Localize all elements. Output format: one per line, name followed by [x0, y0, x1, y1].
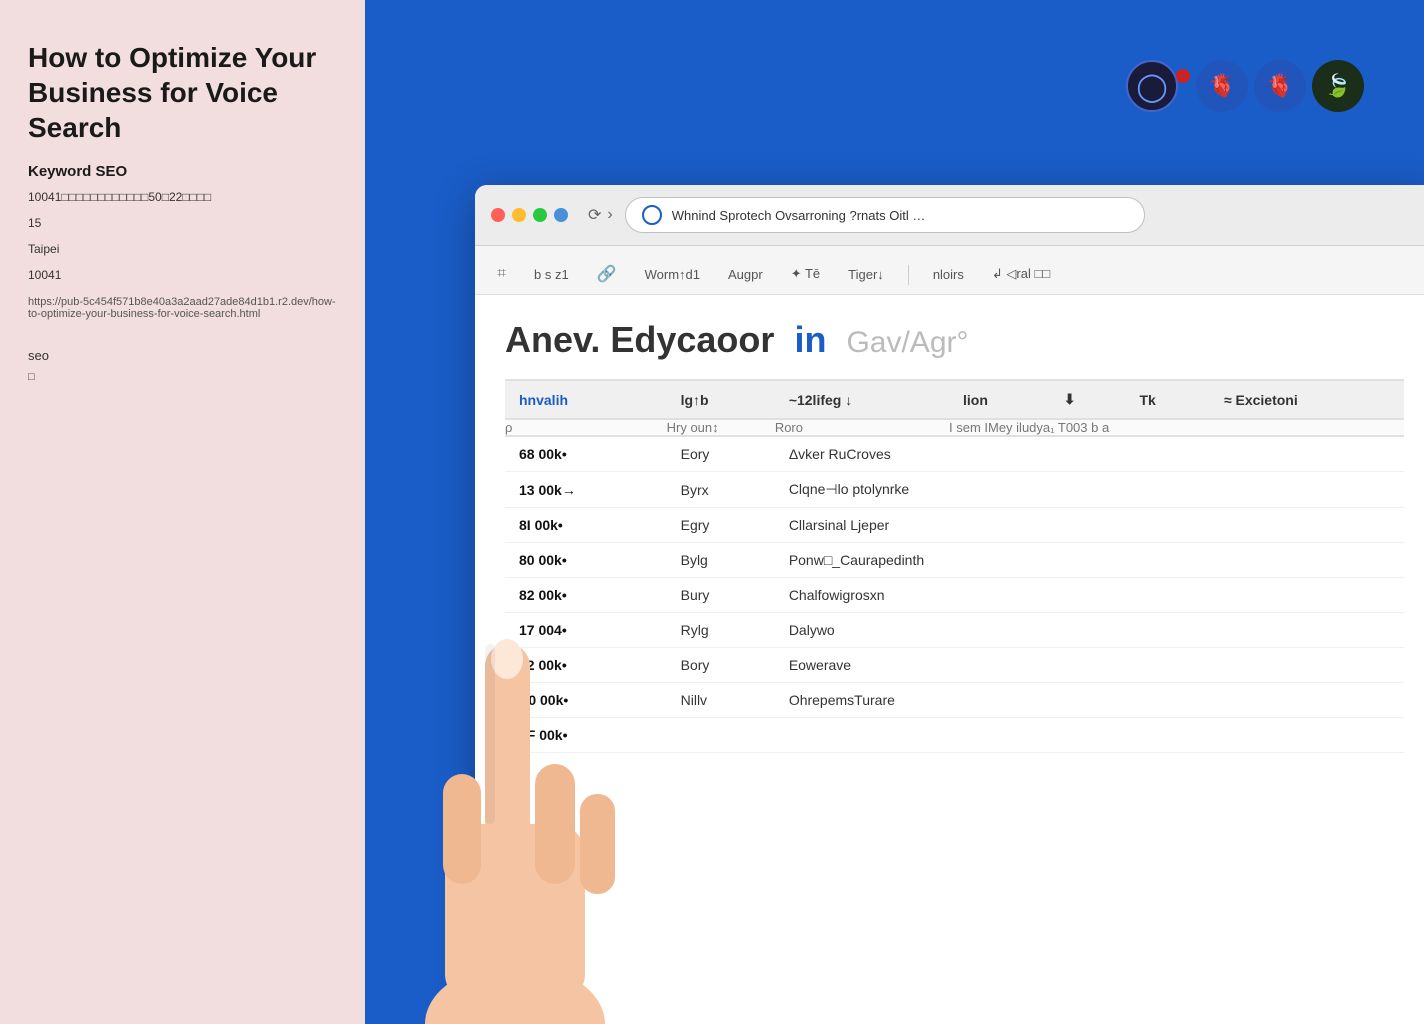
- cell-col1-3: 80 00k•: [505, 543, 667, 578]
- table-row: 80 00k• Bylg Ponw□_Caurapedinth: [505, 543, 1404, 578]
- address-circle-icon: [642, 205, 662, 225]
- address-bar[interactable]: Whnind Sprotech Ovsarroning ?rnats Oitl …: [625, 197, 1145, 233]
- table-row: 32 00k• Bory Eowerave: [505, 648, 1404, 683]
- cell-col3-4: Chalfowigrosxn: [775, 578, 1404, 613]
- tag-icon: □: [28, 371, 337, 383]
- cell-col2-3: Bylg: [667, 543, 775, 578]
- deco-circle-icon: ◯: [1126, 60, 1178, 112]
- cell-col2-1: Byrx: [667, 472, 775, 508]
- col-header-7: ≈ Excietoni: [1210, 380, 1404, 419]
- cell-col1-1: 13 00k→: [505, 472, 667, 508]
- page-title: How to Optimize Your Business for Voice …: [28, 40, 337, 145]
- subheader-4: I sem IMey iludya₁ T003 b a: [949, 419, 1404, 436]
- deco-heart2-icon: 🫀: [1254, 60, 1306, 112]
- tab-tiger[interactable]: Tiger↓: [844, 259, 888, 292]
- page-title-area: Anev. Edycaoor in Gav/Agr°: [505, 319, 1404, 361]
- browser-tabs: ⌗ b s z1 🔗 Worm↑d1 Augpr ✦ Tē Tiger↓ nlo…: [475, 246, 1424, 295]
- table-row: 68 00k• Eory Δvker RuCroves: [505, 436, 1404, 472]
- tab-divider: [908, 265, 909, 285]
- cell-col3-2: Cllarsinal Ljeper: [775, 508, 1404, 543]
- subheader-3: Roro: [775, 419, 949, 436]
- address-text: Whnind Sprotech Ovsarroning ?rnats Oitl …: [672, 208, 1128, 223]
- cell-col1-5: 17 004•: [505, 613, 667, 648]
- close-button[interactable]: [491, 208, 505, 222]
- cell-col1-0: 68 00k•: [505, 436, 667, 472]
- cell-col1-2: 8I 00k•: [505, 508, 667, 543]
- table-row: 17 004• Rylg Dalywo: [505, 613, 1404, 648]
- tab-nloirs[interactable]: nloirs: [929, 259, 968, 292]
- meta-line1: 10041□□□□□□□□□□□□50□22□□□□: [28, 188, 337, 206]
- cell-col2-0: Eory: [667, 436, 775, 472]
- col-header-3: ~12lifeg ↓: [775, 380, 949, 419]
- content-title: Anev. Edycaoor in Gav/Agr°: [505, 319, 969, 360]
- tab-augpr[interactable]: Augpr: [724, 259, 767, 292]
- cell-col3-8: [775, 718, 1404, 753]
- traffic-lights: [491, 208, 568, 222]
- cell-col2-4: Bury: [667, 578, 775, 613]
- cell-col2-5: Rylg: [667, 613, 775, 648]
- maximize-button[interactable]: [533, 208, 547, 222]
- page-url: https://pub-5c454f571b8e40a3a2aad27ade84…: [28, 296, 337, 320]
- cell-col1-8: 8F 00k•: [505, 718, 667, 753]
- title-part3: Gav/Agr°: [846, 326, 968, 359]
- tab-te[interactable]: ✦ Tē: [787, 258, 824, 292]
- data-table: hnvalih lg↑b ~12lifeg ↓ lion ⬇ Tk ≈ Exci…: [505, 379, 1404, 753]
- forward-icon[interactable]: ›: [607, 206, 612, 224]
- col-header-1: hnvalih: [505, 380, 667, 419]
- right-panel: ◯ 🫀 🫀 🍃 ⟳ › Whnind Sprotech Ovsarroning …: [365, 0, 1424, 1024]
- table-row: 8I 00k• Egry Cllarsinal Ljeper: [505, 508, 1404, 543]
- cell-col1-6: 32 00k•: [505, 648, 667, 683]
- table-row: 13 00k→ Byrx Clqne⊣lo ptolynrke: [505, 472, 1404, 508]
- col-header-4: lion: [949, 380, 1050, 419]
- cell-col3-6: Eowerave: [775, 648, 1404, 683]
- cell-col2-6: Bory: [667, 648, 775, 683]
- minimize-button[interactable]: [512, 208, 526, 222]
- back-icon[interactable]: ⟳: [588, 205, 601, 225]
- cell-col1-4: 82 00k•: [505, 578, 667, 613]
- cell-col2-7: Nillv: [667, 683, 775, 718]
- extra-button[interactable]: [554, 208, 568, 222]
- meta-line2: 15: [28, 214, 337, 232]
- keyword-label: Keyword SEO: [28, 163, 337, 180]
- title-part1: Anev. Edycaoor: [505, 319, 774, 360]
- table-header-row: hnvalih lg↑b ~12lifeg ↓ lion ⬇ Tk ≈ Exci…: [505, 380, 1404, 419]
- tab-aral[interactable]: ↲ ◁ral □□: [988, 258, 1054, 292]
- left-panel: How to Optimize Your Business for Voice …: [0, 0, 365, 1024]
- col-header-5: ⬇: [1050, 380, 1126, 419]
- cell-col3-3: Ponw□_Caurapedinth: [775, 543, 1404, 578]
- meta-code: 10041: [28, 266, 337, 284]
- cell-col3-5: Dalywo: [775, 613, 1404, 648]
- browser-toolbar: ⟳ › Whnind Sprotech Ovsarroning ?rnats O…: [475, 185, 1424, 246]
- tab-icon-1[interactable]: ⌗: [493, 257, 510, 293]
- meta-city: Taipei: [28, 240, 337, 258]
- cell-col1-7: S0 00k•: [505, 683, 667, 718]
- tag-label: seo: [28, 348, 337, 363]
- cell-col3-7: OhrepemsTurare: [775, 683, 1404, 718]
- tab-wormd1[interactable]: Worm↑d1: [641, 259, 704, 292]
- title-part2: in: [794, 319, 826, 360]
- table-body: 68 00k• Eory Δvker RuCroves 13 00k→ Byrx…: [505, 436, 1404, 753]
- red-dot-icon: [1176, 69, 1190, 83]
- cell-col2-2: Egry: [667, 508, 775, 543]
- table-row: 8F 00k•: [505, 718, 1404, 753]
- col-header-2: lg↑b: [667, 380, 775, 419]
- table-subheader-row: ρ Hry oun↕ Roro I sem IMey iludya₁ T003 …: [505, 419, 1404, 436]
- col-header-6: Tk: [1125, 380, 1209, 419]
- deco-icons-area: ◯ 🫀 🫀 🍃: [1126, 60, 1364, 112]
- browser-window: ⟳ › Whnind Sprotech Ovsarroning ?rnats O…: [475, 185, 1424, 1024]
- nav-buttons: ⟳ ›: [588, 205, 613, 225]
- subheader-2: Hry oun↕: [667, 419, 775, 436]
- subheader-1: ρ: [505, 419, 667, 436]
- deco-heart-icon: 🫀: [1196, 60, 1248, 112]
- tab-link-icon[interactable]: 🔗: [593, 256, 621, 294]
- table-row: S0 00k• Nillv OhrepemsTurare: [505, 683, 1404, 718]
- cell-col2-8: [667, 718, 775, 753]
- table-row: 82 00k• Bury Chalfowigrosxn: [505, 578, 1404, 613]
- cell-col3-0: Δvker RuCroves: [775, 436, 1404, 472]
- tab-bsz1[interactable]: b s z1: [530, 259, 573, 292]
- cell-col3-1: Clqne⊣lo ptolynrke: [775, 472, 1404, 508]
- browser-content: Anev. Edycaoor in Gav/Agr° hnvalih lg↑b …: [475, 295, 1424, 1024]
- deco-leaf-icon: 🍃: [1312, 60, 1364, 112]
